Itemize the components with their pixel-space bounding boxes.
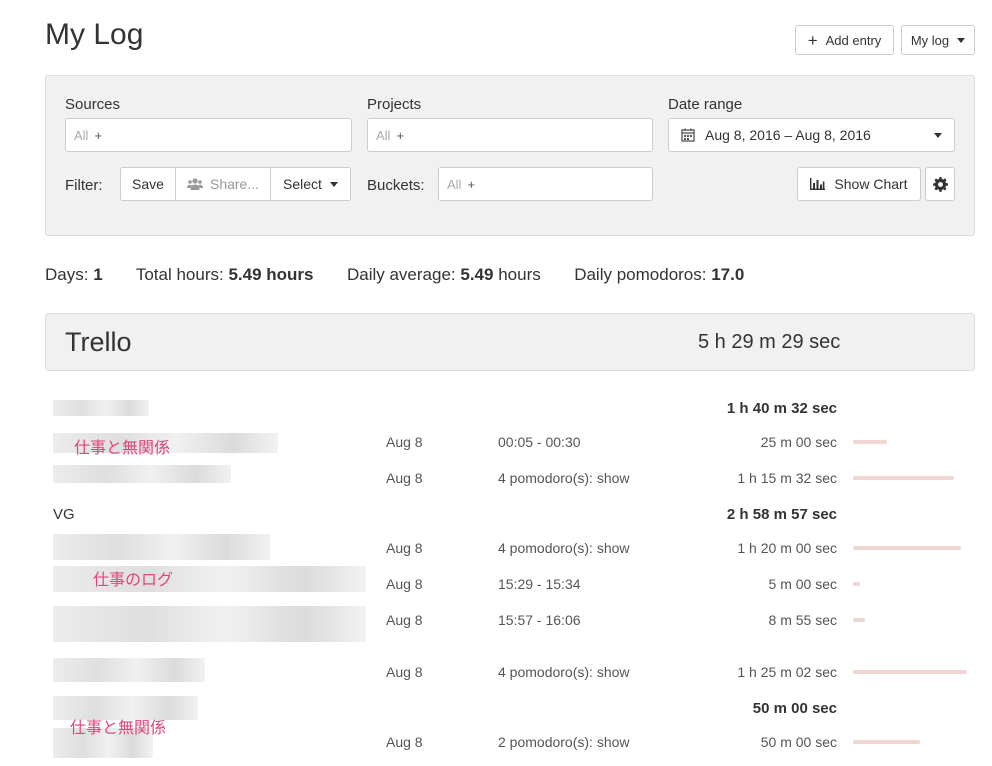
entry-time: 15:57 - 16:06 (498, 612, 581, 628)
date-range-picker[interactable]: Aug 8, 2016 – Aug 8, 2016 (668, 118, 955, 152)
days-value: 1 (93, 265, 103, 284)
duration-bar (853, 670, 967, 674)
buckets-input[interactable]: All + (438, 167, 653, 201)
sources-input[interactable]: All + (65, 118, 352, 152)
projects-all: All (376, 127, 391, 143)
buckets-add[interactable]: + (467, 177, 475, 192)
select-label: Select (283, 176, 322, 192)
projects-label: Projects (367, 96, 422, 113)
annotation-label: 仕事と無関係 (74, 440, 171, 457)
entry-duration: 1 h 25 m 02 sec (737, 664, 837, 680)
chevron-down-icon (934, 132, 942, 138)
daily-average-label: Daily average: (346, 265, 456, 284)
daily-pomodoros-value: 17.0 (711, 265, 745, 284)
show-chart-button[interactable]: Show Chart (797, 167, 921, 201)
daily-pomodoros-label: Daily pomodoros: (574, 265, 707, 284)
my-log-label: My log (910, 32, 950, 48)
daily-average-value: 5.49 (460, 265, 494, 284)
sources-add[interactable]: + (94, 128, 102, 143)
entry-date: Aug 8 (386, 576, 423, 592)
sources-all: All (74, 127, 89, 143)
task-subtotal: 2 h 58 m 57 sec (726, 506, 837, 523)
add-entry-label: Add entry (825, 32, 882, 48)
entry-time[interactable]: 4 pomodoro(s): show (498, 540, 630, 556)
entry-duration: 5 m 00 sec (768, 576, 837, 592)
entry-duration: 1 h 15 m 32 sec (737, 470, 837, 486)
entry-duration: 25 m 00 sec (760, 434, 837, 450)
redacted-task-name (53, 606, 366, 642)
entry-duration: 1 h 20 m 00 sec (737, 540, 837, 556)
select-filter-dropdown[interactable]: Select (270, 167, 351, 201)
save-label: Save (132, 176, 164, 192)
entry-time[interactable]: 4 pomodoro(s): show (498, 470, 630, 486)
duration-bar (853, 618, 865, 622)
entry-date: Aug 8 (386, 664, 423, 680)
entry-date: Aug 8 (386, 734, 423, 750)
source-group-header: Trello 5 h 29 m 29 sec (45, 313, 975, 371)
duration-bar (853, 582, 860, 586)
daily-average-unit: hours (498, 265, 541, 284)
summary-stats: Days: 1 Total hours: 5.49 hours Daily av… (45, 265, 744, 285)
redacted-task-name (53, 658, 205, 682)
calendar-icon (681, 128, 695, 142)
entry-time[interactable]: 2 pomodoro(s): show (498, 734, 630, 750)
add-entry-button[interactable]: + Add entry (795, 25, 894, 55)
share-filter-button[interactable]: Share... (175, 167, 271, 201)
page-title: My Log (45, 18, 144, 51)
projects-add[interactable]: + (396, 128, 404, 143)
entry-date: Aug 8 (386, 540, 423, 556)
redacted-task-name (53, 534, 270, 560)
duration-bar (853, 740, 920, 744)
redacted-task-name (53, 465, 231, 483)
chevron-down-icon (957, 37, 966, 43)
duration-bar (853, 440, 887, 444)
source-name: Trello (65, 327, 132, 357)
entry-time: 15:29 - 15:34 (498, 576, 581, 592)
filter-panel (45, 75, 975, 236)
buckets-all: All (447, 176, 462, 192)
save-filter-button[interactable]: Save (120, 167, 176, 201)
bar-chart-icon (810, 178, 826, 190)
projects-input[interactable]: All + (367, 118, 653, 152)
show-chart-label: Show Chart (834, 176, 908, 192)
settings-button[interactable] (925, 167, 955, 201)
annotation-label: 仕事と無関係 (70, 720, 167, 737)
task-subtotal: 1 h 40 m 32 sec (726, 400, 837, 417)
users-icon (186, 178, 203, 190)
entry-time[interactable]: 4 pomodoro(s): show (498, 664, 630, 680)
gear-icon (932, 176, 948, 192)
redacted-task-name (53, 400, 149, 416)
date-range-value: Aug 8, 2016 – Aug 8, 2016 (705, 127, 871, 143)
entry-duration: 50 m 00 sec (760, 734, 837, 750)
entry-duration: 8 m 55 sec (768, 612, 837, 628)
task-name-vg: VG (53, 506, 75, 523)
sources-label: Sources (65, 96, 121, 113)
task-subtotal: 50 m 00 sec (752, 700, 837, 717)
source-total: 5 h 29 m 29 sec (698, 331, 841, 353)
days-label: Days: (45, 265, 89, 284)
entry-date: Aug 8 (386, 612, 423, 628)
chevron-down-icon (329, 181, 338, 187)
total-hours-value: 5.49 hours (228, 265, 314, 284)
plus-icon: + (807, 30, 818, 50)
entry-date: Aug 8 (386, 434, 423, 450)
total-hours-label: Total hours: (135, 265, 224, 284)
duration-bar (853, 546, 961, 550)
share-label: Share... (209, 176, 260, 192)
entry-time[interactable]: 00:05 - 00:30 (498, 434, 581, 450)
date-range-label: Date range (668, 96, 743, 113)
annotation-label: 仕事のログ (93, 572, 174, 589)
duration-bar (853, 476, 954, 480)
my-log-dropdown[interactable]: My log (901, 25, 975, 55)
filter-label: Filter: (65, 177, 103, 194)
buckets-label: Buckets: (367, 177, 425, 194)
entry-date: Aug 8 (386, 470, 423, 486)
